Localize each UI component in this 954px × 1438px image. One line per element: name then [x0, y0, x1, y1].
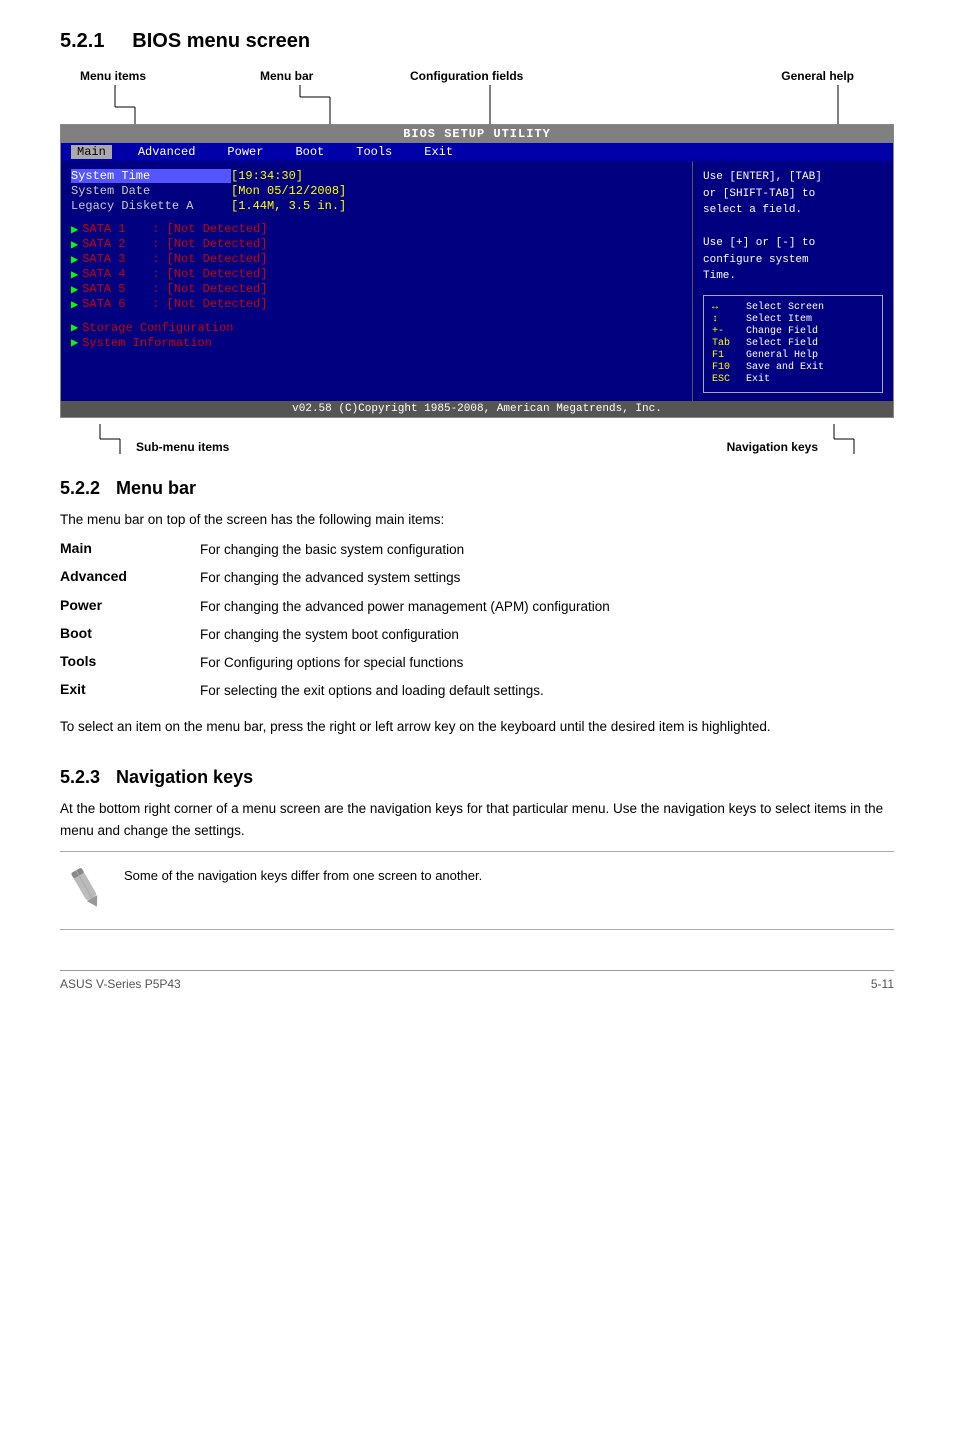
label-sub-menu-items: Sub-menu items — [136, 424, 229, 454]
bios-screen: BIOS SETUP UTILITY Main Advanced Power B… — [60, 124, 894, 418]
menu-item-boot: Boot For changing the system boot config… — [60, 625, 894, 645]
section-523-title: Navigation keys — [116, 767, 253, 788]
bios-title: BIOS SETUP UTILITY — [61, 125, 893, 143]
bios-help-text: Use [ENTER], [TAB] or [SHIFT-TAB] to sel… — [703, 169, 883, 285]
bios-content-area: System Time [19:34:30] System Date [Mon … — [61, 161, 893, 401]
bios-nav-select-item: ↕ Select Item — [712, 314, 874, 325]
bios-sata-1: ▶ SATA 1 : [Not Detected] — [71, 222, 682, 237]
bios-menu-boot[interactable]: Boot — [289, 145, 330, 159]
bios-submenu-storage: ▶ Storage Configuration — [71, 320, 682, 335]
bios-menu-tools[interactable]: Tools — [350, 145, 398, 159]
bios-menu-exit[interactable]: Exit — [418, 145, 459, 159]
bios-menu-bar: Main Advanced Power Boot Tools Exit — [61, 143, 893, 161]
section-523-heading: 5.2.3 Navigation keys — [60, 767, 894, 788]
bios-nav-f1: F1 General Help — [712, 350, 874, 361]
menu-item-advanced: Advanced For changing the advanced syste… — [60, 568, 894, 588]
bios-field-system-time: System Time [19:34:30] — [71, 169, 682, 183]
bios-menu-advanced[interactable]: Advanced — [132, 145, 202, 159]
section-522-heading: 5.2.2 Menu bar — [60, 478, 894, 499]
bios-sata-4: ▶ SATA 4 : [Not Detected] — [71, 267, 682, 282]
bios-sata-2: ▶ SATA 2 : [Not Detected] — [71, 237, 682, 252]
section-522: 5.2.2 Menu bar The menu bar on top of th… — [60, 478, 894, 738]
menu-bar-intro: The menu bar on top of the screen has th… — [60, 509, 894, 531]
bios-diagram: Menu items Menu bar Configuration fields… — [60, 69, 894, 454]
bios-field-system-date: System Date [Mon 05/12/2008] — [71, 184, 682, 198]
connector-nav-keys — [824, 424, 884, 454]
section-522-number: 5.2.2 — [60, 478, 100, 499]
bios-nav-f10: F10 Save and Exit — [712, 362, 874, 373]
diagram-top-labels: Menu items Menu bar Configuration fields… — [60, 69, 894, 124]
note-text: Some of the navigation keys differ from … — [124, 862, 482, 886]
menu-item-main: Main For changing the basic system confi… — [60, 540, 894, 560]
section-521-heading: 5.2.1 BIOS menu screen — [60, 30, 894, 53]
section-522-title: Menu bar — [116, 478, 196, 499]
connector-lines-top — [60, 69, 894, 124]
bios-nav-select-field: Tab Select Field — [712, 338, 874, 349]
bios-nav-keys-box: ↔ Select Screen ↕ Select Item +- Change … — [703, 295, 883, 393]
section-521-title: BIOS menu screen — [132, 30, 310, 52]
bios-footer: v02.58 (C)Copyright 1985-2008, American … — [61, 401, 893, 417]
page-footer: ASUS V-Series P5P43 5-11 — [60, 970, 894, 991]
note-box: Some of the navigation keys differ from … — [60, 851, 894, 930]
menu-item-tools: Tools For Configuring options for specia… — [60, 653, 894, 673]
label-navigation-keys: Navigation keys — [727, 424, 818, 454]
bios-left-panel: System Time [19:34:30] System Date [Mon … — [61, 161, 693, 401]
nav-keys-body: At the bottom right corner of a menu scr… — [60, 798, 894, 841]
menu-item-power: Power For changing the advanced power ma… — [60, 597, 894, 617]
menu-definition-list: Main For changing the basic system confi… — [60, 540, 894, 702]
footer-page: 5-11 — [871, 977, 894, 991]
bios-sata-6: ▶ SATA 6 : [Not Detected] — [71, 297, 682, 312]
note-icon — [60, 862, 110, 919]
connector-sub-menu — [70, 424, 130, 454]
bios-sata-5: ▶ SATA 5 : [Not Detected] — [71, 282, 682, 297]
footer-product: ASUS V-Series P5P43 — [60, 977, 181, 991]
section-521-number: 5.2.1 — [60, 30, 104, 52]
section-523: 5.2.3 Navigation keys At the bottom righ… — [60, 767, 894, 930]
menu-bar-outro: To select an item on the menu bar, press… — [60, 716, 894, 738]
bios-nav-change-field: +- Change Field — [712, 326, 874, 337]
bios-sata-3: ▶ SATA 3 : [Not Detected] — [71, 252, 682, 267]
section-523-number: 5.2.3 — [60, 767, 100, 788]
bios-menu-power[interactable]: Power — [221, 145, 269, 159]
bios-field-diskette: Legacy Diskette A [1.44M, 3.5 in.] — [71, 199, 682, 213]
bios-nav-select-screen: ↔ Select Screen — [712, 302, 874, 313]
menu-item-exit: Exit For selecting the exit options and … — [60, 681, 894, 701]
bios-submenu-sysinfo: ▶ System Information — [71, 335, 682, 350]
bios-menu-main[interactable]: Main — [71, 145, 112, 159]
bios-nav-esc: ESC Exit — [712, 374, 874, 385]
bios-right-panel: Use [ENTER], [TAB] or [SHIFT-TAB] to sel… — [693, 161, 893, 401]
